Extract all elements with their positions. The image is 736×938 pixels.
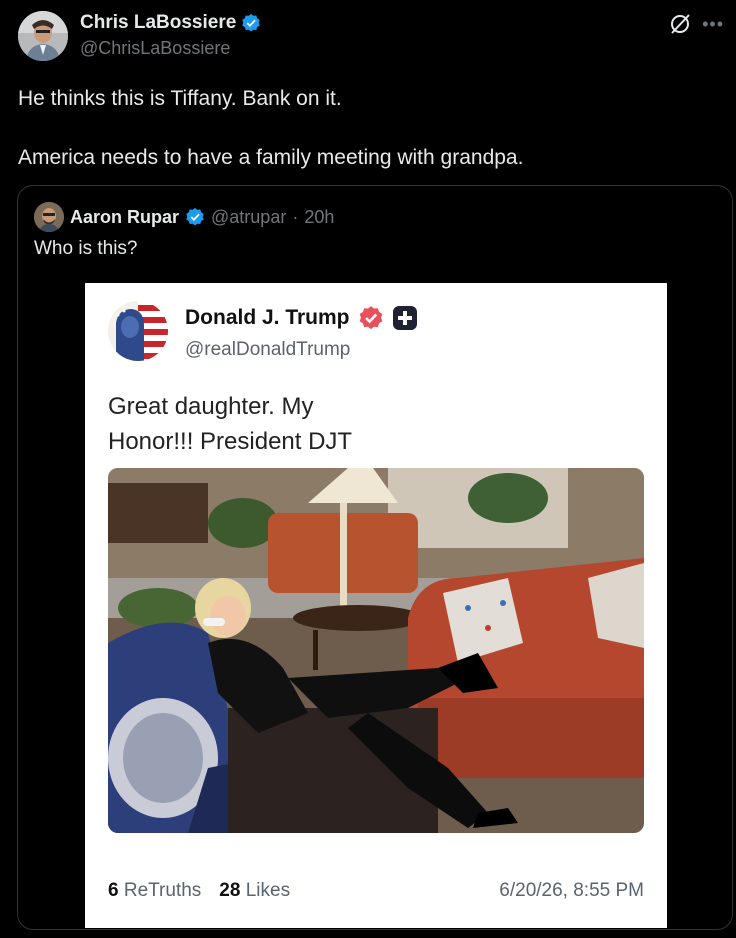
truth-handle: @realDonaldTrump [185,339,351,360]
quoted-avatar[interactable] [34,202,64,232]
likes-label: Likes [245,880,291,901]
embedded-truth-post-image[interactable]: Donald J. Trump @realDonaldTrump Great d… [85,283,667,928]
truth-text-line1: Great daughter. My [108,393,314,420]
truth-footer: 6 ReTruths 28 Likes 6/20/26, 8:55 PM [108,880,644,902]
quoted-time[interactable]: 20h [304,207,334,228]
author-avatar[interactable] [18,11,68,61]
grok-icon[interactable] [668,12,692,36]
truth-avatar [108,301,168,361]
truth-text: Great daughter. My Honor!!! President DJ… [108,389,408,459]
truth-display-name: Donald J. Trump [185,306,350,329]
author-display-name[interactable]: Chris LaBossiere [80,12,236,34]
quoted-handle[interactable]: @atrupar [211,207,286,228]
retruths-count: 6 [108,880,119,901]
plus-badge-icon [392,306,417,330]
truth-date: 6/20/26, 8:55 PM [499,880,644,901]
truth-photo [108,468,644,833]
likes-count: 28 [219,880,241,901]
more-icon[interactable]: ••• [702,15,724,33]
verified-badge-icon [242,13,261,32]
truth-text-line2: Honor!!! President DJT [108,428,353,455]
quoted-separator: · [292,206,299,227]
author-handle[interactable]: @ChrisLaBossiere [80,38,230,59]
quoted-tweet[interactable]: Aaron Rupar @atrupar · 20h Who is this? [17,185,733,930]
tweet-text: He thinks this is Tiffany. Bank on it. A… [18,84,718,172]
quoted-text: Who is this? [34,238,138,259]
quoted-display-name[interactable]: Aaron Rupar [70,207,179,228]
verified-badge-icon [186,207,204,226]
tweet-text-line2: America needs to have a family meeting w… [18,146,524,169]
tweet-text-line1: He thinks this is Tiffany. Bank on it. [18,87,342,110]
retruths-stat: 6 ReTruths [108,880,201,902]
likes-stat: 28 Likes [219,880,290,902]
retruths-label: ReTruths [123,880,202,901]
truth-verified-icon [359,306,382,330]
